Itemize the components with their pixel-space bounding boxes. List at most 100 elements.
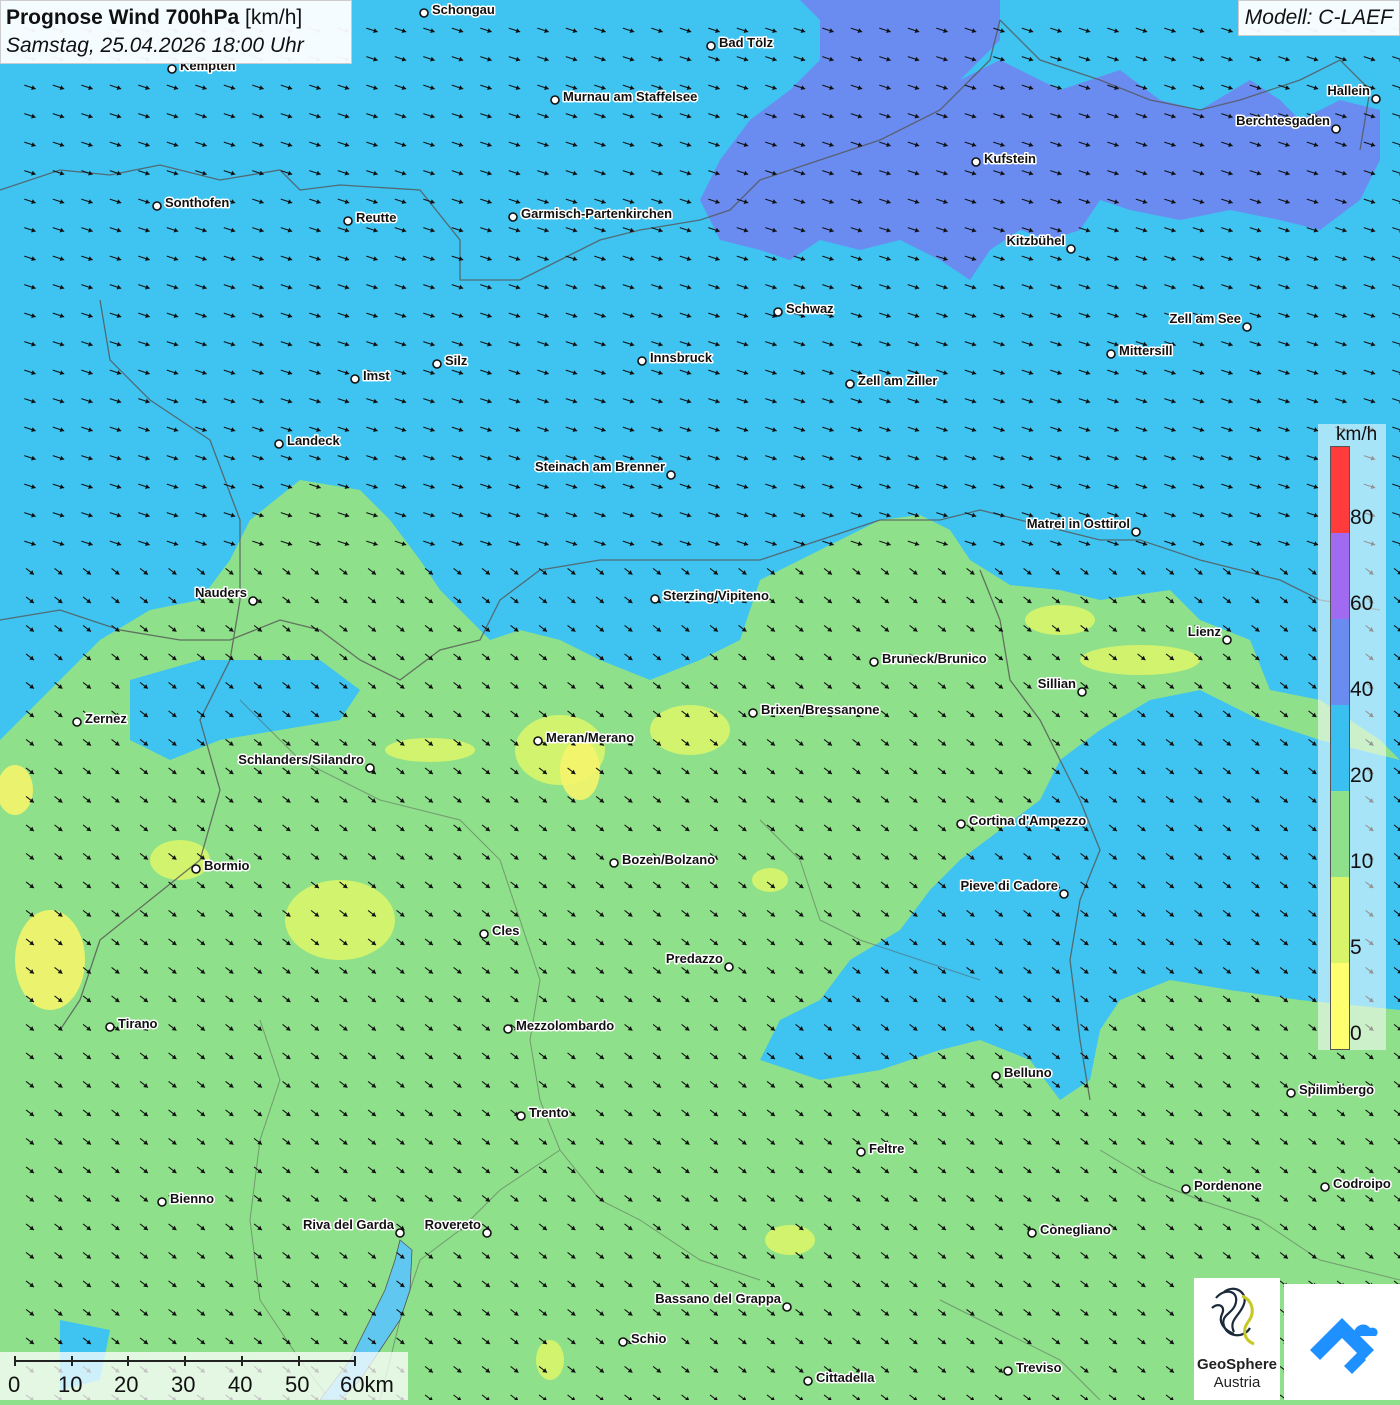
city-dot bbox=[651, 595, 659, 603]
city-dot bbox=[804, 1377, 812, 1385]
city-dot bbox=[1078, 688, 1086, 696]
city-marker: Sonthofen bbox=[153, 195, 229, 210]
map-title-box: Prognose Wind 700hPa [km/h] Samstag, 25.… bbox=[0, 0, 352, 64]
scale-bar-tick bbox=[241, 1356, 243, 1366]
city-label: Lienz bbox=[1188, 624, 1222, 639]
city-label: Pordenone bbox=[1194, 1178, 1262, 1193]
city-label: Trento bbox=[529, 1105, 569, 1120]
city-dot bbox=[433, 360, 441, 368]
map-title: Prognose Wind 700hPa bbox=[6, 6, 239, 29]
scale-bar-label: 20 bbox=[114, 1372, 138, 1398]
scale-bar-tick bbox=[354, 1356, 356, 1366]
city-dot bbox=[396, 1229, 404, 1237]
city-label: Cortina d'Ampezzo bbox=[969, 813, 1086, 828]
geosphere-logo[interactable]: GeoSphere Austria bbox=[1194, 1278, 1280, 1400]
city-dot bbox=[480, 930, 488, 938]
city-marker: Conegliano bbox=[1028, 1222, 1111, 1237]
model-label: Modell: C-LAEF bbox=[1238, 0, 1400, 36]
city-label: Steinach am Brenner bbox=[535, 459, 665, 474]
city-label: Landeck bbox=[287, 433, 341, 448]
city-dot bbox=[1004, 1367, 1012, 1375]
city-dot bbox=[158, 1198, 166, 1206]
legend-label: 40 bbox=[1350, 678, 1373, 702]
city-dot bbox=[1028, 1229, 1036, 1237]
city-dot bbox=[1223, 636, 1231, 644]
city-dot bbox=[1321, 1183, 1329, 1191]
city-dot bbox=[192, 865, 200, 873]
city-label: Rovereto bbox=[425, 1217, 481, 1232]
city-dot bbox=[249, 597, 257, 605]
city-label: Imst bbox=[363, 368, 390, 383]
scale-bar-label: 0 bbox=[8, 1372, 20, 1398]
city-marker: Bruneck/Brunico bbox=[870, 651, 987, 666]
city-dot bbox=[1107, 350, 1115, 358]
legend-label: 60 bbox=[1350, 592, 1373, 616]
city-label: Silz bbox=[445, 353, 468, 368]
city-marker: Brixen/Bressanone bbox=[749, 702, 880, 717]
city-label: Bozen/Bolzano bbox=[622, 852, 715, 867]
city-dot bbox=[344, 217, 352, 225]
city-marker: Zell am Ziller bbox=[846, 373, 937, 388]
city-label: Mittersill bbox=[1119, 343, 1172, 358]
scale-bar-tick bbox=[127, 1356, 129, 1366]
city-label: Conegliano bbox=[1040, 1222, 1111, 1237]
city-dot bbox=[1243, 323, 1251, 331]
city-marker: Meran/Merano bbox=[534, 730, 634, 745]
city-label: Cittadella bbox=[816, 1370, 875, 1385]
scale-bar-tick bbox=[298, 1356, 300, 1366]
city-dot bbox=[420, 9, 428, 17]
city-dot bbox=[857, 1148, 865, 1156]
wind-map[interactable]: SchongauBad TölzKemptenMurnau am Staffel… bbox=[0, 0, 1400, 1400]
city-dot bbox=[534, 737, 542, 745]
city-dot bbox=[504, 1025, 512, 1033]
city-label: Garmisch-Partenkirchen bbox=[521, 206, 672, 221]
city-label: Sonthofen bbox=[165, 195, 229, 210]
scale-bar-label: 50 bbox=[285, 1372, 309, 1398]
city-label: Kufstein bbox=[984, 151, 1036, 166]
city-dot bbox=[1182, 1185, 1190, 1193]
city-dot bbox=[366, 764, 374, 772]
city-label: Schwaz bbox=[786, 301, 834, 316]
geosphere-country: Austria bbox=[1194, 1374, 1280, 1391]
forecast-time: Samstag, 25.04.2026 18:00 Uhr bbox=[6, 32, 346, 60]
scale-bar-tick bbox=[184, 1356, 186, 1366]
city-label: Zell am Ziller bbox=[858, 373, 937, 388]
city-marker: Sterzing/Vipiteno bbox=[651, 588, 769, 603]
weather-app-logo[interactable] bbox=[1284, 1284, 1400, 1400]
legend-color-step bbox=[1331, 877, 1349, 963]
city-label: Kitzbühel bbox=[1007, 233, 1066, 248]
city-label: Bruneck/Brunico bbox=[882, 651, 987, 666]
city-label: Nauders bbox=[195, 585, 247, 600]
city-marker: Spilimbergo bbox=[1287, 1082, 1374, 1097]
city-label: Berchtesgaden bbox=[1236, 113, 1330, 128]
legend-label: 5 bbox=[1350, 936, 1362, 960]
city-label: Sterzing/Vipiteno bbox=[663, 588, 769, 603]
city-dot bbox=[667, 471, 675, 479]
city-dot bbox=[483, 1229, 491, 1237]
city-marker: Murnau am Staffelsee bbox=[551, 89, 697, 104]
city-label: Treviso bbox=[1016, 1360, 1062, 1375]
city-dot bbox=[638, 357, 646, 365]
city-label: Bad Tölz bbox=[719, 35, 774, 50]
city-label: Belluno bbox=[1004, 1065, 1052, 1080]
city-dot bbox=[992, 1072, 1000, 1080]
city-marker: Bozen/Bolzano bbox=[610, 852, 715, 867]
scale-bar-label: 10 bbox=[58, 1372, 82, 1398]
city-label: Bienno bbox=[170, 1191, 214, 1206]
city-dot bbox=[619, 1338, 627, 1346]
city-dot bbox=[351, 375, 359, 383]
city-dot bbox=[972, 158, 980, 166]
legend-unit: km/h bbox=[1336, 424, 1377, 446]
city-dot bbox=[783, 1303, 791, 1311]
city-marker: Garmisch-Partenkirchen bbox=[509, 206, 672, 221]
city-label: Spilimbergo bbox=[1299, 1082, 1374, 1097]
city-label: Codroipo bbox=[1333, 1176, 1391, 1191]
city-dot bbox=[725, 963, 733, 971]
city-dot bbox=[1067, 245, 1075, 253]
map-title-unit: [km/h] bbox=[245, 6, 302, 29]
city-dot bbox=[1372, 95, 1380, 103]
legend-label: 10 bbox=[1350, 850, 1373, 874]
legend-color-step bbox=[1331, 447, 1349, 533]
city-dot bbox=[774, 308, 782, 316]
city-label: Riva del Garda bbox=[303, 1217, 395, 1232]
